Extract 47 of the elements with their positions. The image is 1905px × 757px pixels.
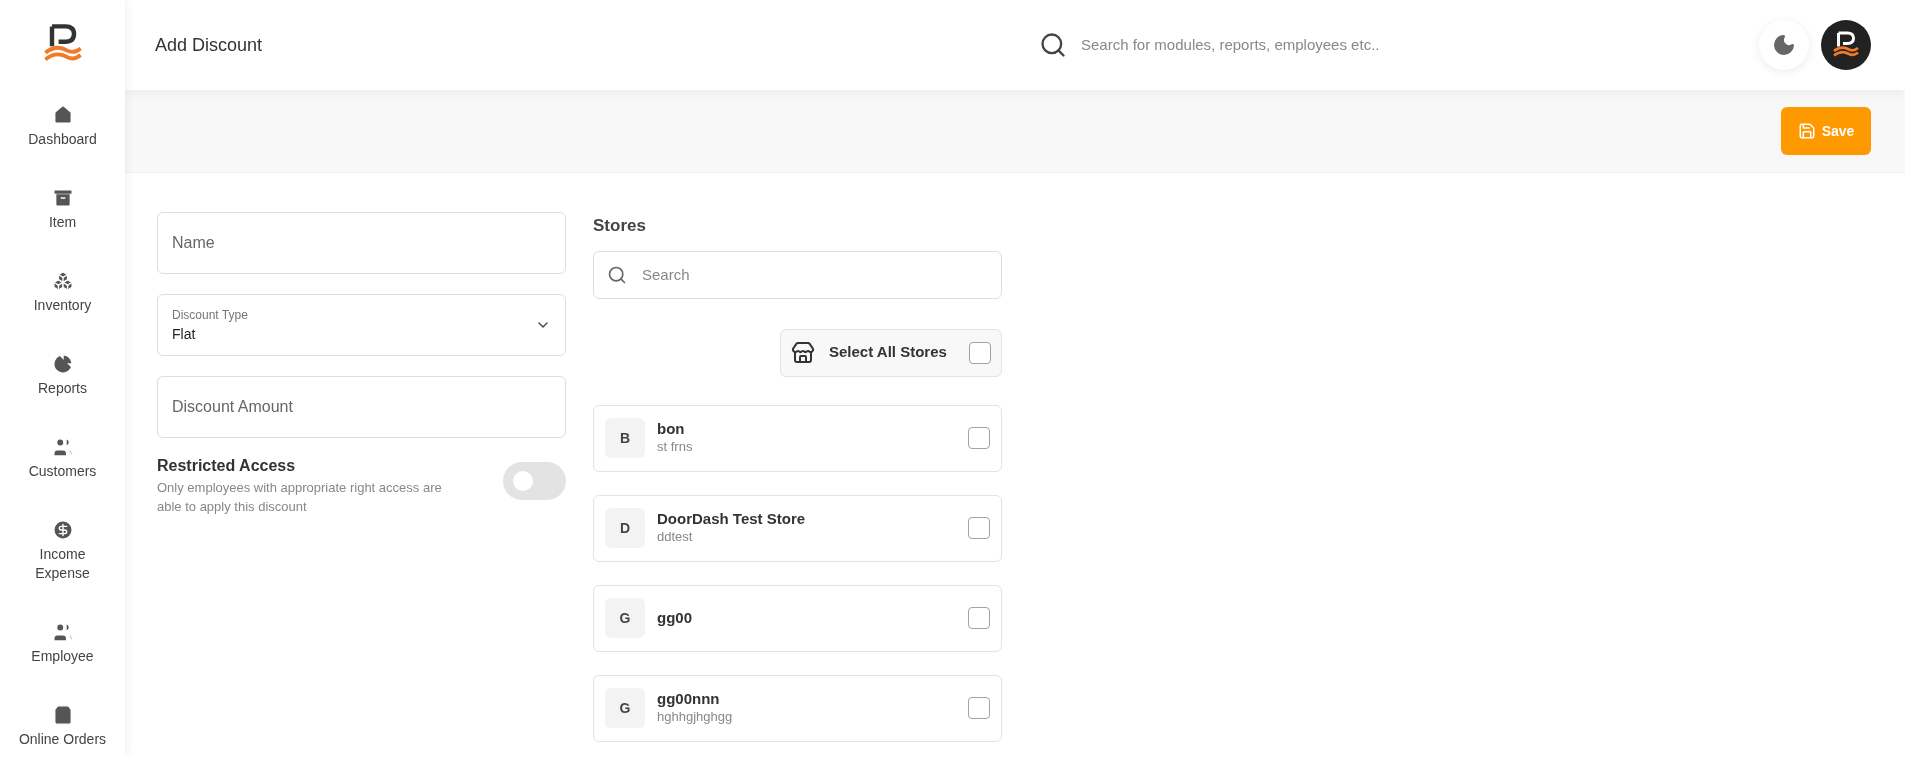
checkbox[interactable] — [968, 427, 990, 449]
store-name: gg00 — [657, 609, 693, 627]
sidebar-item[interactable]: Customers — [2, 436, 123, 481]
store-subtitle: ddtest — [657, 528, 694, 546]
discount-amount-field[interactable]: Discount Amount — [157, 376, 566, 438]
store-icon — [791, 340, 815, 365]
select-all-label: Select All Stores — [829, 342, 948, 363]
stores-heading: Stores — [593, 215, 647, 237]
global-search-field[interactable]: Search for modules, reports, employees etc.. — [1081, 33, 1559, 57]
store-subtitle: hghhgjhghgg — [657, 708, 734, 726]
restricted-access-title: Restricted Access — [157, 456, 297, 476]
store-initial-avatar: D — [605, 508, 645, 548]
sidebar-item[interactable]: Item — [2, 187, 123, 232]
store-subtitle: st frns — [657, 438, 694, 456]
pie-chart-icon — [51, 353, 74, 375]
discount-type-select[interactable]: Discount Type Flat — [157, 294, 566, 356]
search-icon — [607, 264, 627, 285]
save-icon — [1797, 122, 1816, 140]
store-initial-avatar: G — [605, 598, 645, 638]
store-name: gg00nnn — [657, 690, 721, 708]
sidebar-item[interactable]: Dashboard — [2, 104, 123, 149]
store-initial-avatar: G — [605, 688, 645, 728]
store-initial-avatar: B — [605, 418, 645, 458]
avatar-button[interactable] — [1821, 20, 1871, 70]
store-name: bon — [657, 420, 686, 438]
boxes-icon — [51, 270, 74, 292]
sidebar-item[interactable]: Employee — [2, 621, 123, 666]
checkbox[interactable] — [968, 517, 990, 539]
restricted-access-description: Only employees with appropriate right access are able to apply this discount — [157, 479, 443, 516]
checkbox[interactable] — [969, 341, 991, 364]
select-label: Discount Type — [172, 306, 249, 324]
name-field[interactable]: Name — [157, 212, 566, 274]
checkbox[interactable] — [968, 697, 990, 719]
checkbox[interactable] — [968, 607, 990, 629]
select-value: Flat — [172, 324, 197, 344]
moon-icon — [1772, 33, 1796, 57]
sidebar-item[interactable]: Inventory — [2, 270, 123, 315]
sidebar-item[interactable]: Income Expense — [2, 519, 123, 583]
store-name: DoorDash Test Store — [657, 510, 807, 528]
dollar-coin-icon — [51, 519, 74, 541]
sidebar-item[interactable]: Reports — [2, 353, 123, 398]
store-search-field[interactable]: Search — [593, 250, 1002, 299]
archive-box-icon — [51, 187, 74, 209]
sidebar-item[interactable]: Online Orders — [2, 704, 123, 749]
search-icon — [1039, 31, 1067, 59]
page-title: Add Discount — [155, 33, 263, 57]
toggle-switch[interactable] — [503, 462, 566, 500]
